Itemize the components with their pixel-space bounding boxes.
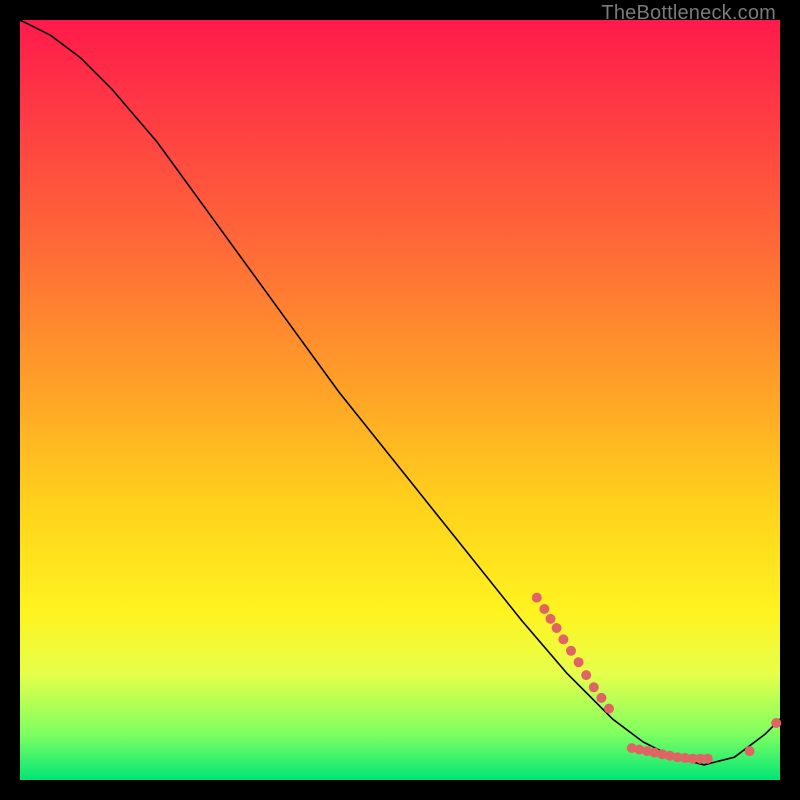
- data-marker: [566, 646, 576, 656]
- data-marker: [539, 604, 549, 614]
- data-marker: [596, 693, 606, 703]
- data-marker: [558, 634, 568, 644]
- chart-svg: [20, 20, 780, 780]
- data-marker: [703, 754, 713, 764]
- data-marker: [745, 746, 755, 756]
- attribution-text: TheBottleneck.com: [601, 2, 776, 25]
- data-marker: [581, 670, 591, 680]
- data-marker: [604, 704, 614, 714]
- bottleneck-curve: [20, 20, 780, 765]
- data-marker: [771, 718, 781, 728]
- chart-frame: [20, 20, 780, 780]
- data-marker: [532, 593, 542, 603]
- data-marker: [552, 623, 562, 633]
- data-marker: [546, 614, 556, 624]
- marker-group: [532, 593, 781, 764]
- data-marker: [589, 682, 599, 692]
- data-marker: [574, 657, 584, 667]
- plot-area: [20, 20, 780, 780]
